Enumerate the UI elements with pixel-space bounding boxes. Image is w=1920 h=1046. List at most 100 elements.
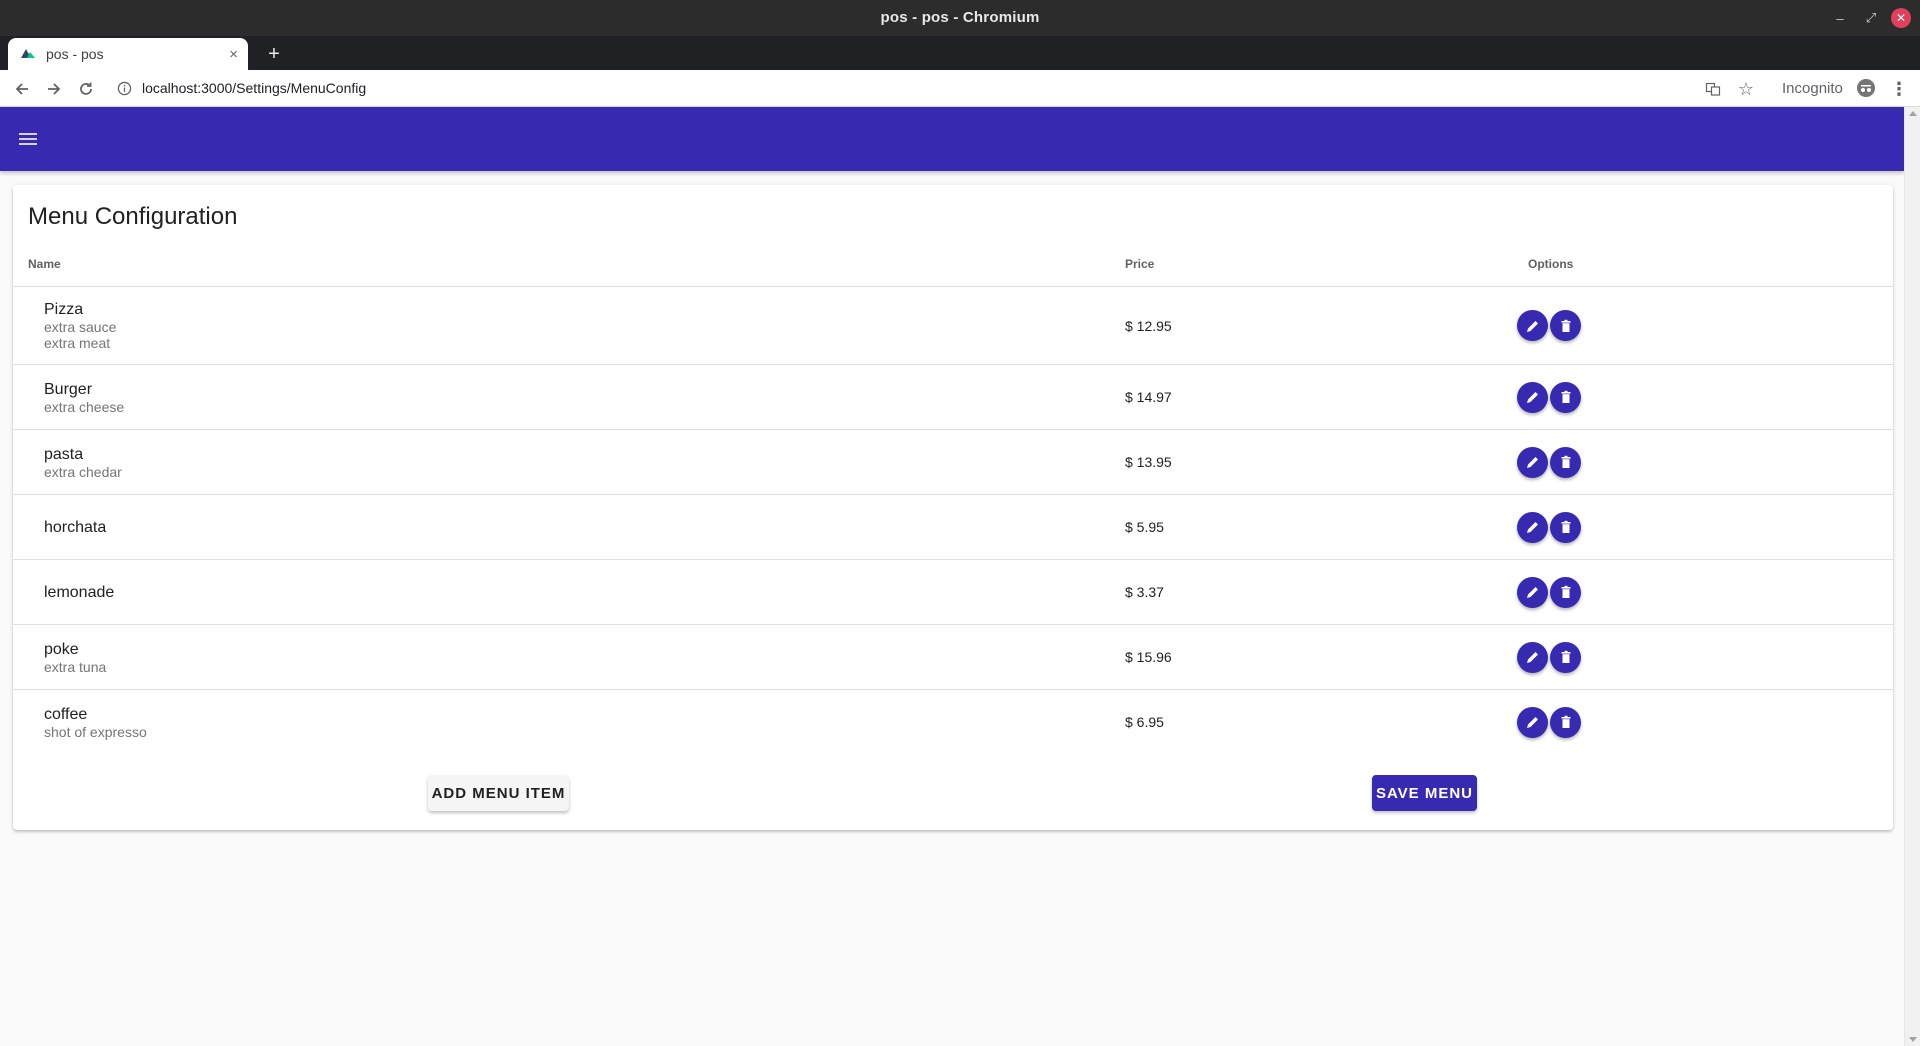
delete-button[interactable] bbox=[1550, 310, 1581, 341]
page-title: Menu Configuration bbox=[28, 203, 238, 230]
column-header-options: Options bbox=[1528, 257, 1574, 271]
scroll-down-arrow-icon[interactable] bbox=[1909, 1037, 1917, 1042]
edit-button[interactable] bbox=[1517, 511, 1548, 543]
trash-icon bbox=[1561, 390, 1570, 403]
item-options bbox=[1517, 287, 1581, 364]
item-name-cell: lemonade bbox=[44, 560, 114, 624]
minimize-button[interactable]: – bbox=[1830, 8, 1850, 28]
column-header-price[interactable]: Price bbox=[1125, 257, 1154, 271]
item-price: $ 13.95 bbox=[1125, 454, 1172, 470]
add-menu-item-button[interactable]: ADD MENU ITEM bbox=[428, 775, 569, 811]
item-name-cell: coffee shot of expresso bbox=[44, 690, 147, 754]
table-row: Pizza extra sauce extra meat $ 12.95 bbox=[13, 286, 1893, 364]
maximize-button[interactable]: ⤢ bbox=[1861, 8, 1881, 28]
pencil-icon bbox=[1526, 717, 1538, 728]
item-options bbox=[1517, 430, 1581, 494]
pencil-icon bbox=[1526, 652, 1538, 663]
trash-icon bbox=[1561, 520, 1570, 533]
table-row: Burger extra cheese $ 14.97 bbox=[13, 364, 1893, 429]
tab-close-icon[interactable]: × bbox=[229, 46, 238, 63]
address-bar-url[interactable]: localhost:3000/Settings/MenuConfig bbox=[142, 80, 366, 96]
edit-button[interactable] bbox=[1517, 381, 1548, 413]
back-button[interactable] bbox=[11, 78, 33, 100]
new-tab-button[interactable]: + bbox=[262, 42, 286, 66]
table-row: pasta extra chedar $ 13.95 bbox=[13, 429, 1893, 494]
hamburger-menu-icon[interactable] bbox=[16, 130, 40, 148]
pencil-icon bbox=[1526, 457, 1538, 468]
edit-button[interactable] bbox=[1517, 446, 1548, 478]
delete-button[interactable] bbox=[1550, 381, 1581, 413]
item-extra: shot of expresso bbox=[44, 723, 147, 740]
item-name-cell: horchata bbox=[44, 495, 106, 559]
delete-button[interactable] bbox=[1550, 446, 1581, 478]
item-name: poke bbox=[44, 640, 79, 658]
forward-button[interactable] bbox=[43, 78, 65, 100]
trash-icon bbox=[1561, 585, 1570, 598]
edit-button[interactable] bbox=[1517, 706, 1548, 738]
table-row: poke extra tuna $ 15.96 bbox=[13, 624, 1893, 689]
edit-button[interactable] bbox=[1517, 641, 1548, 673]
scroll-up-arrow-icon[interactable] bbox=[1909, 111, 1917, 116]
reload-icon bbox=[80, 82, 92, 95]
delete-button[interactable] bbox=[1550, 576, 1581, 608]
edit-button[interactable] bbox=[1517, 310, 1548, 341]
page-scrollbar[interactable] bbox=[1904, 107, 1920, 1046]
item-options bbox=[1517, 625, 1581, 689]
trash-icon bbox=[1561, 455, 1570, 468]
item-extra: extra cheese bbox=[44, 398, 125, 415]
item-name-cell: poke extra tuna bbox=[44, 625, 106, 689]
item-price: $ 15.96 bbox=[1125, 649, 1172, 665]
window-title: pos - pos - Chromium bbox=[880, 9, 1040, 26]
browser-menu-icon[interactable]: ⋮ bbox=[1889, 79, 1909, 99]
menu-items-table: Pizza extra sauce extra meat $ 12.95 Bur… bbox=[13, 286, 1893, 754]
item-extra: extra sauce bbox=[44, 319, 117, 335]
item-name: horchata bbox=[44, 518, 107, 536]
pencil-icon bbox=[1526, 587, 1538, 598]
nuxt-logo-icon bbox=[21, 49, 35, 58]
pencil-icon bbox=[1526, 522, 1538, 533]
delete-button[interactable] bbox=[1550, 641, 1581, 673]
translate-icon[interactable] bbox=[1703, 79, 1723, 99]
item-extra: extra meat bbox=[44, 335, 111, 351]
item-price: $ 12.95 bbox=[1125, 317, 1172, 334]
table-row: lemonade $ 3.37 bbox=[13, 559, 1893, 624]
item-name-cell: Burger extra cheese bbox=[44, 365, 124, 429]
tab-strip: pos - pos × + bbox=[0, 36, 1920, 70]
table-row: coffee shot of expresso $ 6.95 bbox=[13, 689, 1893, 754]
save-menu-button[interactable]: SAVE MENU bbox=[1372, 775, 1477, 811]
item-options bbox=[1517, 690, 1581, 754]
table-row: horchata $ 5.95 bbox=[13, 494, 1893, 559]
item-price: $ 3.37 bbox=[1125, 584, 1164, 600]
bookmark-star-icon[interactable]: ☆ bbox=[1736, 79, 1756, 99]
item-name: coffee bbox=[44, 705, 88, 723]
item-name: Burger bbox=[44, 380, 93, 398]
arrow-left-icon bbox=[15, 83, 28, 95]
menu-config-card: Menu Configuration Name Price Options Pi… bbox=[13, 185, 1893, 830]
app-bar bbox=[0, 107, 1904, 171]
close-window-button[interactable]: ✕ bbox=[1891, 8, 1911, 28]
tab-title: pos - pos bbox=[46, 46, 104, 62]
item-name: pasta bbox=[44, 445, 84, 463]
incognito-label[interactable]: Incognito bbox=[1782, 80, 1843, 97]
incognito-icon[interactable] bbox=[1856, 78, 1876, 98]
item-name: Pizza bbox=[44, 301, 84, 318]
item-options bbox=[1517, 495, 1581, 559]
reload-button[interactable] bbox=[75, 78, 97, 100]
delete-button[interactable] bbox=[1550, 706, 1581, 738]
delete-button[interactable] bbox=[1550, 511, 1581, 543]
item-price: $ 14.97 bbox=[1125, 389, 1172, 405]
trash-icon bbox=[1561, 650, 1570, 663]
pencil-icon bbox=[1526, 320, 1538, 332]
item-options bbox=[1517, 560, 1581, 624]
column-header-name[interactable]: Name bbox=[28, 257, 61, 271]
trash-icon bbox=[1561, 319, 1570, 332]
site-info-icon[interactable] bbox=[117, 81, 132, 96]
item-price: $ 5.95 bbox=[1125, 519, 1164, 535]
item-name: lemonade bbox=[44, 583, 115, 601]
browser-tab[interactable]: pos - pos × bbox=[8, 38, 248, 70]
edit-button[interactable] bbox=[1517, 576, 1548, 608]
item-extra: extra tuna bbox=[44, 658, 107, 675]
trash-icon bbox=[1561, 715, 1570, 728]
pencil-icon bbox=[1526, 392, 1538, 403]
item-name-cell: Pizza extra sauce extra meat bbox=[44, 287, 116, 364]
